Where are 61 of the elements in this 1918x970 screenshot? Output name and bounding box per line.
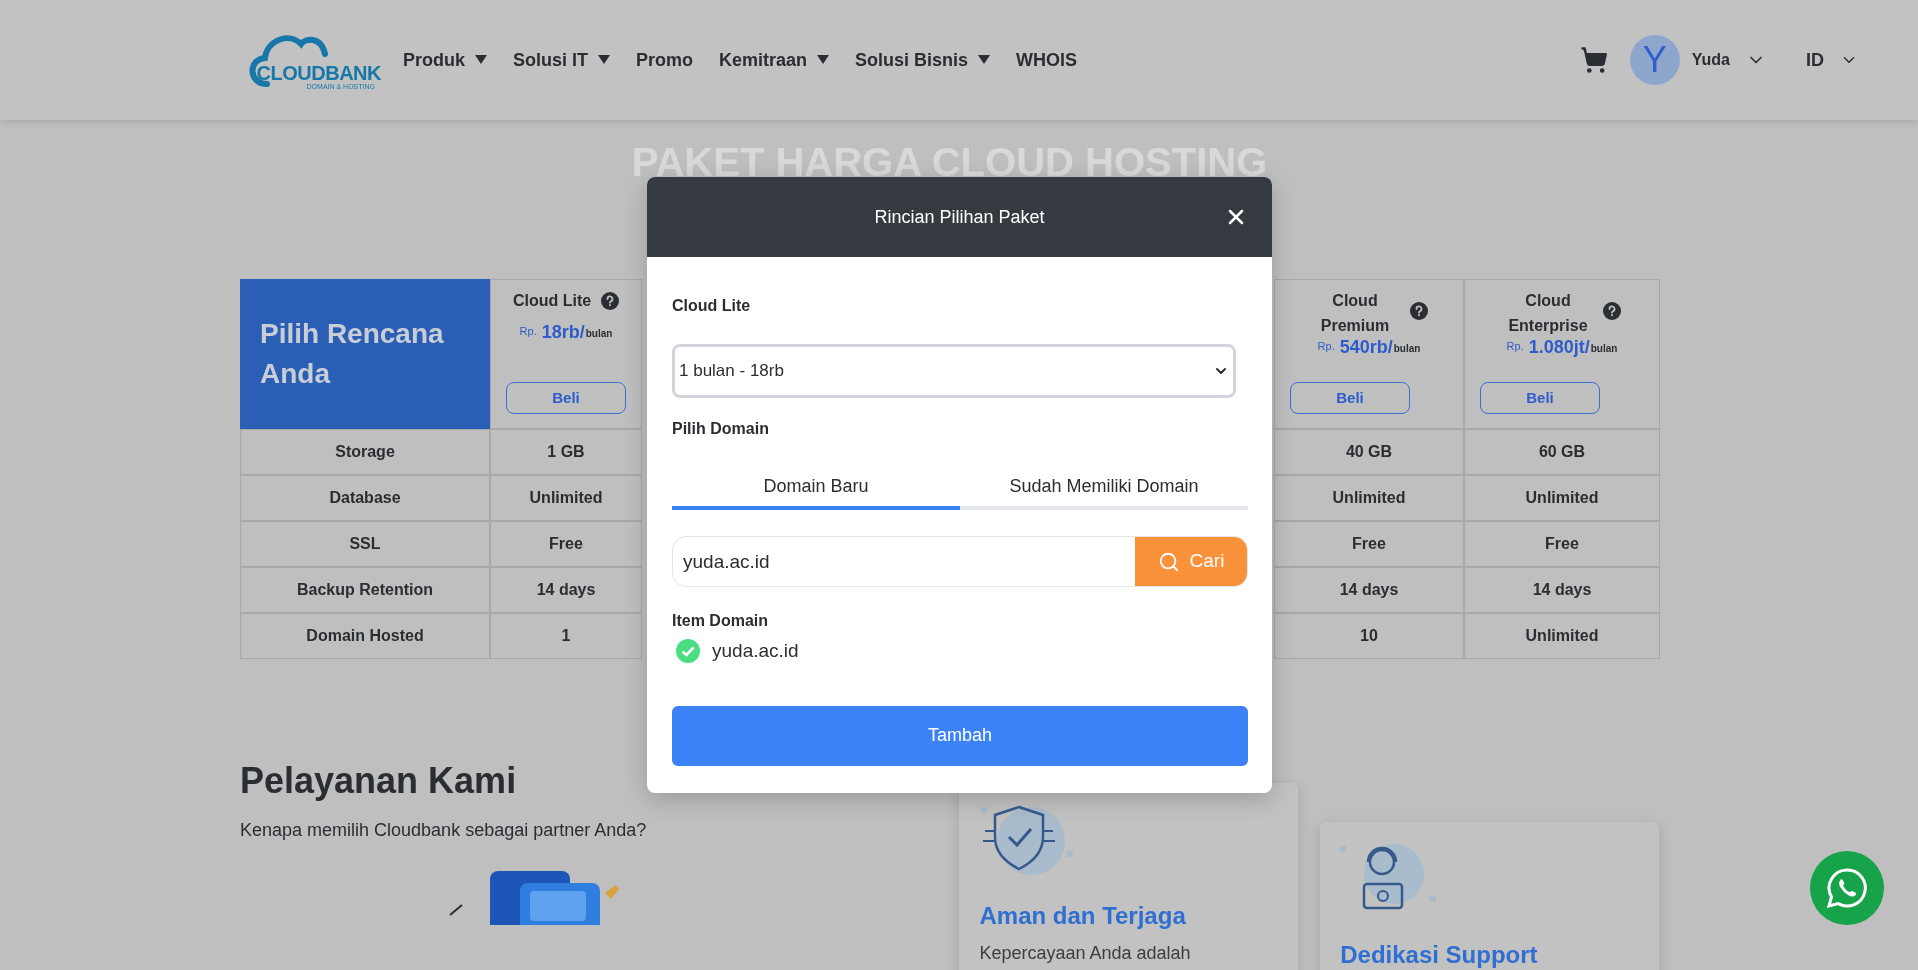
logo-name: CLOUDBANK (256, 63, 381, 84)
plan-price: Rp. 1.080jt/bulan (1506, 338, 1618, 356)
plan-label: Cloud Lite (672, 296, 752, 316)
table-cell: Unlimited (1464, 613, 1660, 659)
plan-price: Rp. 18rb/bulan (519, 323, 613, 341)
domain-tab[interactable]: Domain Baru (672, 466, 960, 510)
chat-bubble-icon (1826, 867, 1868, 909)
add-button[interactable]: Tambah (672, 705, 1248, 766)
cart-icon[interactable] (1579, 46, 1608, 74)
section-subtitle: Kenapa memilih Cloudbank sebagai partner Anda? (240, 819, 648, 842)
nav-link[interactable]: Kemitraan (719, 46, 830, 74)
user-name[interactable]: Yuda (1691, 48, 1730, 72)
table-cell: 10 (1274, 613, 1464, 659)
duration-select[interactable]: 1 bulan - 18rb (672, 344, 1236, 398)
table-cell: 1 (490, 613, 642, 659)
domain-label: Pilih Domain (672, 419, 770, 439)
help-icon[interactable] (601, 292, 620, 310)
plan-name: Cloud Enterprise (1507, 291, 1589, 336)
nav-link[interactable]: Solusi IT (513, 46, 611, 74)
help-icon[interactable] (1603, 302, 1621, 320)
table-cell: Unlimited (1464, 475, 1660, 521)
help-icon[interactable] (1410, 302, 1428, 320)
table-cell: Free (1274, 521, 1464, 567)
caret-icon (978, 55, 991, 65)
table-cell: 14 days (1464, 567, 1660, 613)
plan-price: Rp. 540rb/bulan (1317, 338, 1421, 356)
table-cell: Unlimited (1274, 475, 1464, 521)
card-title: Aman dan Terjaga (979, 901, 1187, 931)
table-heading: Pilih Rencana Anda (260, 317, 445, 391)
card-text: Kepercayaan Anda adalah (979, 942, 1192, 965)
nav-link[interactable]: WHOIS (1016, 46, 1078, 74)
table-cell: Free (1464, 521, 1660, 567)
table-cell: SSL (240, 521, 490, 567)
section-title: Pelayanan Kami (240, 759, 518, 803)
card-title: Dedikasi Support (1340, 940, 1539, 970)
plan-name: Cloud Lite (512, 291, 592, 311)
caret-icon (817, 55, 830, 65)
caret-icon (598, 55, 611, 65)
domain-search-field[interactable]: yuda.ac.id Cari (672, 536, 1248, 587)
caret-icon (475, 55, 487, 65)
table-cell: Backup Retention (240, 567, 490, 613)
nav-link[interactable]: Produk (403, 46, 487, 74)
items-label: Item Domain (672, 611, 769, 631)
table-cell: 14 days (490, 567, 642, 613)
table-cell: Storage (240, 429, 490, 475)
table-cell: 14 days (1274, 567, 1464, 613)
language-selector[interactable]: ID (1806, 46, 1824, 74)
table-cell: 40 GB (1274, 429, 1464, 475)
domain-tab[interactable]: Sudah Memiliki Domain (960, 466, 1248, 510)
modal-title: Rincian Pilihan Paket (874, 205, 1045, 229)
table-cell: Free (490, 521, 642, 567)
search-icon (1157, 550, 1180, 573)
plan-name: Cloud Premium (1319, 291, 1391, 336)
domain-item: yuda.ac.id (712, 639, 799, 663)
nav-link[interactable]: Solusi Bisnis (855, 46, 991, 74)
table-cell: Unlimited (490, 475, 642, 521)
nav-link[interactable]: Promo (636, 46, 694, 74)
table-cell: Database (240, 475, 490, 521)
table-cell: 1 GB (490, 429, 642, 475)
table-cell: 60 GB (1464, 429, 1660, 475)
table-cell: Domain Hosted (240, 613, 490, 659)
